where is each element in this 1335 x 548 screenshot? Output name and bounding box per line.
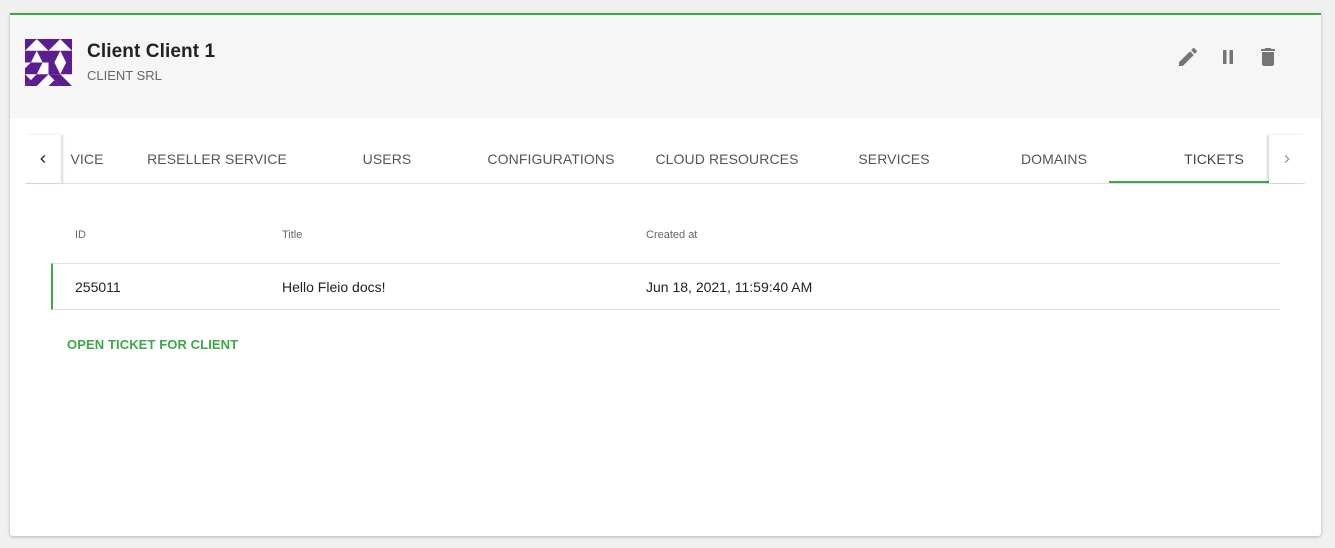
- client-card: Client Client 1 CLIENT SRL VICE RESELLER…: [10, 13, 1321, 536]
- tab-service[interactable]: VICE: [61, 135, 137, 183]
- column-header-title: Title: [282, 229, 303, 241]
- tab-services[interactable]: SERVICES: [814, 135, 974, 183]
- tab-reseller-service[interactable]: RESELLER SERVICE: [137, 135, 297, 183]
- tab-scroll-left-button[interactable]: [25, 135, 61, 183]
- client-tabs: VICE RESELLER SERVICE USERS CONFIGURATIO…: [25, 135, 1305, 184]
- tab-users[interactable]: USERS: [307, 135, 467, 183]
- tab-viewport: VICE RESELLER SERVICE USERS CONFIGURATIO…: [61, 135, 1269, 183]
- client-company: CLIENT SRL: [87, 68, 162, 83]
- ticket-created-at: Jun 18, 2021, 11:59:40 AM: [646, 279, 813, 295]
- chevron-right-icon: [1284, 155, 1290, 163]
- tab-cloud-resources[interactable]: CLOUD RESOURCES: [639, 135, 815, 183]
- tab-configurations[interactable]: CONFIGURATIONS: [471, 135, 631, 183]
- client-name: Client Client 1: [87, 41, 216, 62]
- tab-scroll-right-button[interactable]: [1269, 135, 1305, 183]
- tab-domains[interactable]: DOMAINS: [974, 135, 1134, 183]
- pencil-icon[interactable]: [1176, 45, 1200, 69]
- open-ticket-button[interactable]: OPEN TICKET FOR CLIENT: [67, 337, 238, 352]
- column-header-created-at: Created at: [646, 229, 698, 241]
- ticket-title: Hello Fleio docs!: [282, 279, 386, 295]
- chevron-left-icon: [40, 155, 46, 163]
- client-avatar: [25, 39, 72, 86]
- pause-icon[interactable]: [1216, 45, 1240, 69]
- trash-icon[interactable]: [1256, 45, 1280, 69]
- column-header-id: ID: [75, 229, 86, 241]
- ticket-id: 255011: [75, 279, 121, 295]
- table-row[interactable]: 255011 Hello Fleio docs! Jun 18, 2021, 1…: [51, 263, 1280, 310]
- active-tab-indicator: [1109, 181, 1269, 183]
- client-header: Client Client 1 CLIENT SRL: [10, 15, 1321, 118]
- tab-tickets[interactable]: TICKETS: [1134, 135, 1269, 183]
